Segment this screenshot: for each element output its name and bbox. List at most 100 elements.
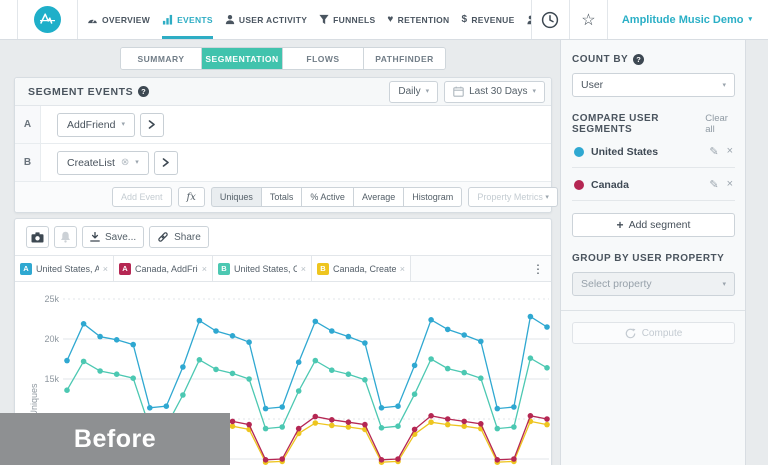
nav-item-retention[interactable]: ♥ RETENTION — [381, 0, 455, 39]
alert-button[interactable] — [54, 226, 77, 248]
pencil-icon[interactable]: ✎ — [709, 178, 718, 191]
nav-item-overview[interactable]: OVERVIEW — [81, 0, 156, 39]
people-icon — [527, 15, 531, 25]
legend-options-button[interactable]: ⋮ — [525, 256, 551, 281]
project-switcher[interactable]: Amplitude Music Demo ▾ — [607, 0, 768, 39]
formula-button[interactable]: fx — [178, 187, 205, 207]
add-event-button[interactable]: Add Event — [112, 187, 172, 207]
compute-label: Compute — [642, 328, 683, 339]
share-button[interactable]: Share — [149, 226, 209, 248]
event-letter: A — [15, 106, 41, 143]
amplitude-a-glyph — [39, 11, 56, 28]
share-label: Share — [174, 232, 201, 243]
chart-legend-tabs: A United States, Add... × A Canada, AddF… — [15, 255, 551, 282]
tab-segmentation[interactable]: SEGMENTATION — [202, 48, 283, 69]
legend-tab-label: United States, Add... — [36, 264, 99, 274]
close-icon[interactable]: × — [202, 264, 207, 274]
metric-uniques[interactable]: Uniques — [211, 187, 261, 207]
metric-toggle-group: Uniques Totals % Active Average Histogra… — [211, 187, 462, 207]
project-name: Amplitude Music Demo — [622, 14, 744, 26]
chevron-right-icon — [147, 120, 156, 129]
event-b-dropdown[interactable]: CreateList ⊗ ▾ — [57, 151, 149, 175]
group-by-dropdown[interactable]: Select property ▾ — [572, 272, 735, 296]
clear-all-link[interactable]: Clear all — [705, 113, 735, 135]
tab-pathfinder[interactable]: PATHFINDER — [364, 48, 445, 69]
svg-text:Uniques: Uniques — [29, 383, 39, 417]
segment-row-united-states: United States ✎ × — [572, 135, 735, 168]
close-icon[interactable]: × — [400, 264, 405, 274]
date-range-dropdown[interactable]: Last 30 Days ▾ — [444, 81, 545, 103]
legend-tab-label: Canada, AddFriend — [135, 264, 198, 274]
tab-flows[interactable]: FLOWS — [283, 48, 364, 69]
segment-color-dot — [574, 180, 584, 190]
event-a-dropdown[interactable]: AddFriend ▾ — [57, 113, 135, 137]
segment-events-title-text: SEGMENT EVENTS — [28, 86, 133, 98]
svg-text:25k: 25k — [44, 294, 59, 304]
segment-name: Canada — [591, 179, 629, 191]
count-by-dropdown[interactable]: User ▾ — [572, 73, 735, 97]
active-tab-underline — [162, 36, 213, 39]
nav-item-revenue[interactable]: $ REVENUE — [455, 0, 520, 39]
tab-summary[interactable]: SUMMARY — [121, 48, 202, 69]
interval-dropdown[interactable]: Daily ▾ — [389, 81, 438, 103]
legend-spacer — [411, 256, 525, 281]
remove-circle-icon[interactable]: ⊗ — [121, 157, 129, 168]
property-metrics-dropdown[interactable]: Property Metrics ▾ — [468, 187, 558, 207]
nav-item-events[interactable]: EVENTS — [156, 0, 219, 39]
legend-tab-us-addfriend[interactable]: A United States, Add... × — [15, 256, 114, 281]
nav-item-funnels[interactable]: FUNNELS — [313, 0, 381, 39]
help-icon[interactable]: ? — [138, 86, 149, 97]
metric-percent-active[interactable]: % Active — [301, 187, 353, 207]
before-label: Before — [74, 425, 156, 454]
event-a-name: AddFriend — [67, 119, 115, 131]
dollar-icon: $ — [461, 15, 467, 25]
close-icon[interactable]: × — [727, 178, 733, 191]
legend-tab-us-createlist[interactable]: B United States, Cre... × — [213, 256, 312, 281]
caret-down-icon: ▾ — [545, 194, 549, 201]
help-icon[interactable]: ? — [633, 54, 644, 65]
nav-item-behaviors[interactable]: BEHAVIORS — [521, 0, 531, 39]
gauge-icon — [87, 15, 98, 25]
snapshot-button[interactable] — [26, 226, 49, 248]
legend-tab-badge: B — [218, 263, 230, 275]
caret-down-icon: ▾ — [426, 88, 430, 95]
calendar-icon — [453, 86, 464, 97]
right-sidebar: COUNT BY ? User ▾ COMPARE USER SEGMENTS … — [560, 40, 746, 465]
pencil-icon[interactable]: ✎ — [709, 145, 718, 158]
save-button[interactable]: Save... — [82, 226, 144, 248]
compute-button[interactable]: Compute — [572, 322, 735, 344]
nav-item-label: FUNNELS — [333, 15, 375, 25]
event-a-expand-button[interactable] — [140, 113, 164, 137]
save-label: Save... — [105, 232, 136, 243]
property-metrics-label: Property Metrics — [477, 192, 543, 202]
legend-tab-canada-addfriend[interactable]: A Canada, AddFriend × — [114, 256, 213, 281]
close-icon[interactable]: × — [301, 264, 306, 274]
history-clock-button[interactable] — [531, 0, 569, 39]
view-tabs-bar: SUMMARY SEGMENTATION FLOWS PATHFINDER — [14, 47, 552, 70]
add-segment-button[interactable]: + Add segment — [572, 213, 735, 237]
nav-item-user-activity[interactable]: USER ACTIVITY — [219, 0, 313, 39]
nav-item-label: REVENUE — [471, 15, 514, 25]
amplitude-logo-icon[interactable] — [34, 6, 61, 33]
group-by-placeholder: Select property — [581, 278, 652, 290]
segment-name: United States — [591, 146, 658, 158]
event-b-expand-button[interactable] — [154, 151, 178, 175]
close-icon[interactable]: × — [727, 145, 733, 158]
date-range-value: Last 30 Days — [469, 86, 527, 97]
metric-totals[interactable]: Totals — [261, 187, 302, 207]
compare-segments-heading-text: COMPARE USER SEGMENTS — [572, 113, 700, 135]
close-icon[interactable]: × — [103, 264, 108, 274]
nav-item-label: RETENTION — [398, 15, 450, 25]
interval-value: Daily — [398, 86, 420, 97]
segment-events-header: SEGMENT EVENTS ? Daily ▾ Last 30 Days ▾ — [15, 78, 551, 106]
svg-text:20k: 20k — [44, 334, 59, 344]
metric-histogram[interactable]: Histogram — [403, 187, 462, 207]
legend-tab-canada-createlist[interactable]: B Canada, CreateList × — [312, 256, 411, 281]
metric-average[interactable]: Average — [353, 187, 403, 207]
event-row-a: A AddFriend ▾ — [15, 106, 551, 144]
main-column: SUMMARY SEGMENTATION FLOWS PATHFINDER SE… — [14, 47, 552, 465]
favorite-star-button[interactable]: ☆ — [569, 0, 607, 39]
download-icon — [90, 232, 100, 242]
nav-right-cluster: ☆ Amplitude Music Demo ▾ — [531, 0, 768, 39]
refresh-icon — [625, 328, 636, 339]
